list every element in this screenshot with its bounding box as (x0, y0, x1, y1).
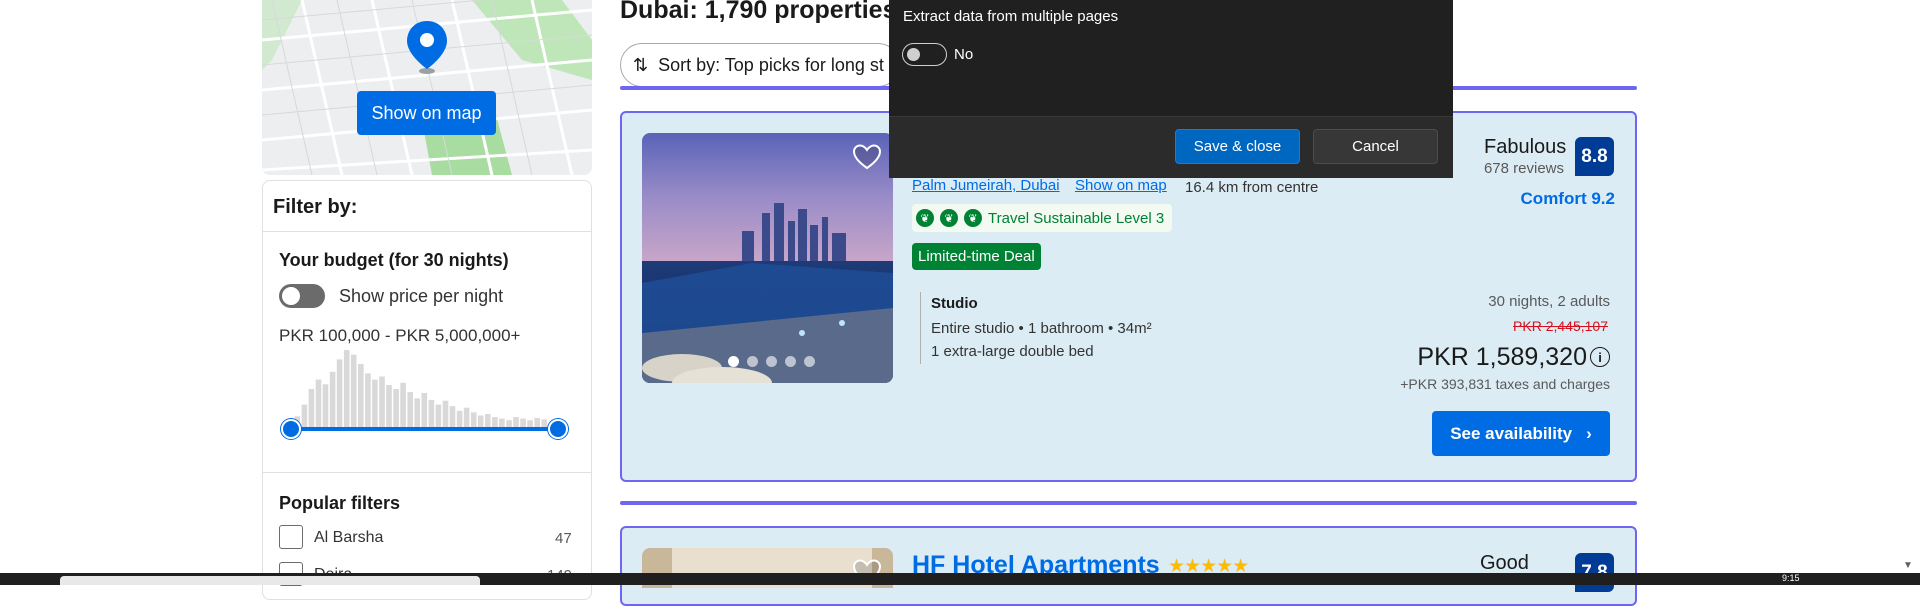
budget-min-handle[interactable] (281, 419, 301, 439)
map-pin-icon (405, 19, 449, 80)
histogram-bar (435, 404, 442, 428)
leaf-icon: ❦ (940, 209, 958, 227)
comfort-score: Comfort 9.2 (1520, 189, 1615, 208)
popular-filters-title: Popular filters (279, 493, 401, 513)
histogram-bar (407, 392, 413, 428)
score-word: Good (1480, 552, 1529, 574)
results-title: Dubai: 1,790 properties (620, 0, 897, 24)
histogram-bar (442, 400, 449, 428)
budget-title: Your budget (for 30 nights) (279, 250, 509, 270)
room-bed: 1 extra-large double bed (931, 343, 1094, 360)
photo-dots (728, 356, 815, 367)
toggle-state-label: No (954, 46, 974, 63)
divider (263, 472, 591, 473)
info-icon[interactable]: i (1590, 347, 1610, 367)
taskbar-search[interactable] (60, 576, 480, 585)
histogram-bar (428, 399, 435, 428)
location-link[interactable]: Palm Jumeirah, Dubai (912, 177, 1060, 194)
toggle-knob (282, 287, 300, 305)
budget-max-handle[interactable] (548, 419, 568, 439)
histogram-bar (322, 384, 329, 428)
histogram-bar (379, 376, 385, 428)
divider (263, 231, 591, 232)
histogram-bar (485, 414, 491, 428)
show-on-map-button[interactable]: Show on map (357, 91, 496, 135)
histogram-bar (358, 364, 364, 428)
taxes-text: +PKR 393,831 taxes and charges (1400, 376, 1610, 392)
room-divider (920, 292, 921, 364)
histogram-bar (386, 385, 392, 428)
distance-text: 16.4 km from centre (1185, 179, 1319, 196)
filter-title: Filter by: (273, 196, 358, 218)
sustainable-label: Travel Sustainable Level 3 (988, 209, 1165, 227)
dialog-title: Extract data from multiple pages (903, 8, 1119, 25)
histogram-bar (400, 382, 406, 428)
budget-range: PKR 100,000 - PKR 5,000,000+ (279, 326, 521, 345)
original-price: PKR 2,445,107 (1513, 318, 1608, 334)
histogram-bar (456, 410, 463, 428)
photo-dot[interactable] (804, 356, 815, 367)
sustainable-badge[interactable]: ❦ ❦ ❦ Travel Sustainable Level 3 (912, 204, 1173, 232)
histogram-bar (372, 379, 378, 428)
cancel-button[interactable]: Cancel (1313, 129, 1438, 164)
price-per-night-toggle[interactable] (279, 284, 325, 308)
see-availability-label: See availability (1450, 423, 1573, 443)
sort-button[interactable]: ⇅ Sort by: Top picks for long st (620, 43, 900, 87)
histogram-bar (308, 389, 315, 428)
photo-dot-active[interactable] (728, 356, 739, 367)
sort-label: Sort by: Top picks for long st (658, 54, 884, 75)
room-detail: Entire studio • 1 bathroom • 34m² (931, 320, 1152, 337)
room-type: Studio (931, 295, 978, 312)
toggle-knob (907, 47, 920, 61)
filter-count: 47 (555, 530, 572, 547)
budget-slider-track (291, 427, 559, 431)
histogram-bar (421, 392, 428, 428)
sort-arrows-icon: ⇅ (633, 54, 649, 75)
filter-label: Al Barsha (314, 529, 384, 546)
histogram-bar (449, 406, 456, 428)
score-badge[interactable]: 8.8 (1575, 137, 1614, 176)
stay-length: 30 nights, 2 adults (1488, 293, 1610, 310)
deal-badge: Limited-time Deal (912, 243, 1041, 270)
photo-dot[interactable] (785, 356, 796, 367)
leaf-icon: ❦ (964, 209, 982, 227)
histogram-bar (336, 359, 343, 428)
histogram-bar (301, 404, 308, 428)
see-availability-button[interactable]: See availability › (1432, 411, 1610, 456)
show-on-map-link[interactable]: Show on map (1075, 177, 1167, 194)
histogram-bar (329, 371, 336, 428)
photo-dot[interactable] (766, 356, 777, 367)
histogram-bar (350, 354, 357, 428)
current-price: PKR 1,589,320 (1417, 343, 1587, 371)
heart-icon[interactable] (851, 141, 883, 173)
card-highlight-bar (620, 501, 1637, 505)
histogram-bar (463, 407, 470, 428)
chevron-right-icon: › (1586, 423, 1592, 443)
price-histogram (294, 350, 547, 428)
taskbar-clock: 9:15 (1782, 573, 1800, 583)
histogram-bar (414, 398, 420, 428)
save-close-button[interactable]: Save & close (1175, 129, 1300, 164)
histogram-bar (393, 389, 399, 428)
scroll-down-arrow-icon[interactable]: ▼ (1903, 560, 1913, 571)
photo-dot[interactable] (747, 356, 758, 367)
review-count: 678 reviews (1483, 160, 1564, 177)
histogram-bar (470, 412, 477, 428)
histogram-bar (365, 373, 371, 428)
leaf-icon: ❦ (916, 209, 934, 227)
filter-checkbox-al-barsha[interactable] (279, 525, 303, 549)
multiple-pages-toggle[interactable] (902, 43, 947, 66)
histogram-bar (343, 350, 350, 428)
score-word: Fabulous (1484, 136, 1567, 158)
price-toggle-label: Show price per night (339, 286, 504, 306)
histogram-bar (315, 379, 322, 428)
